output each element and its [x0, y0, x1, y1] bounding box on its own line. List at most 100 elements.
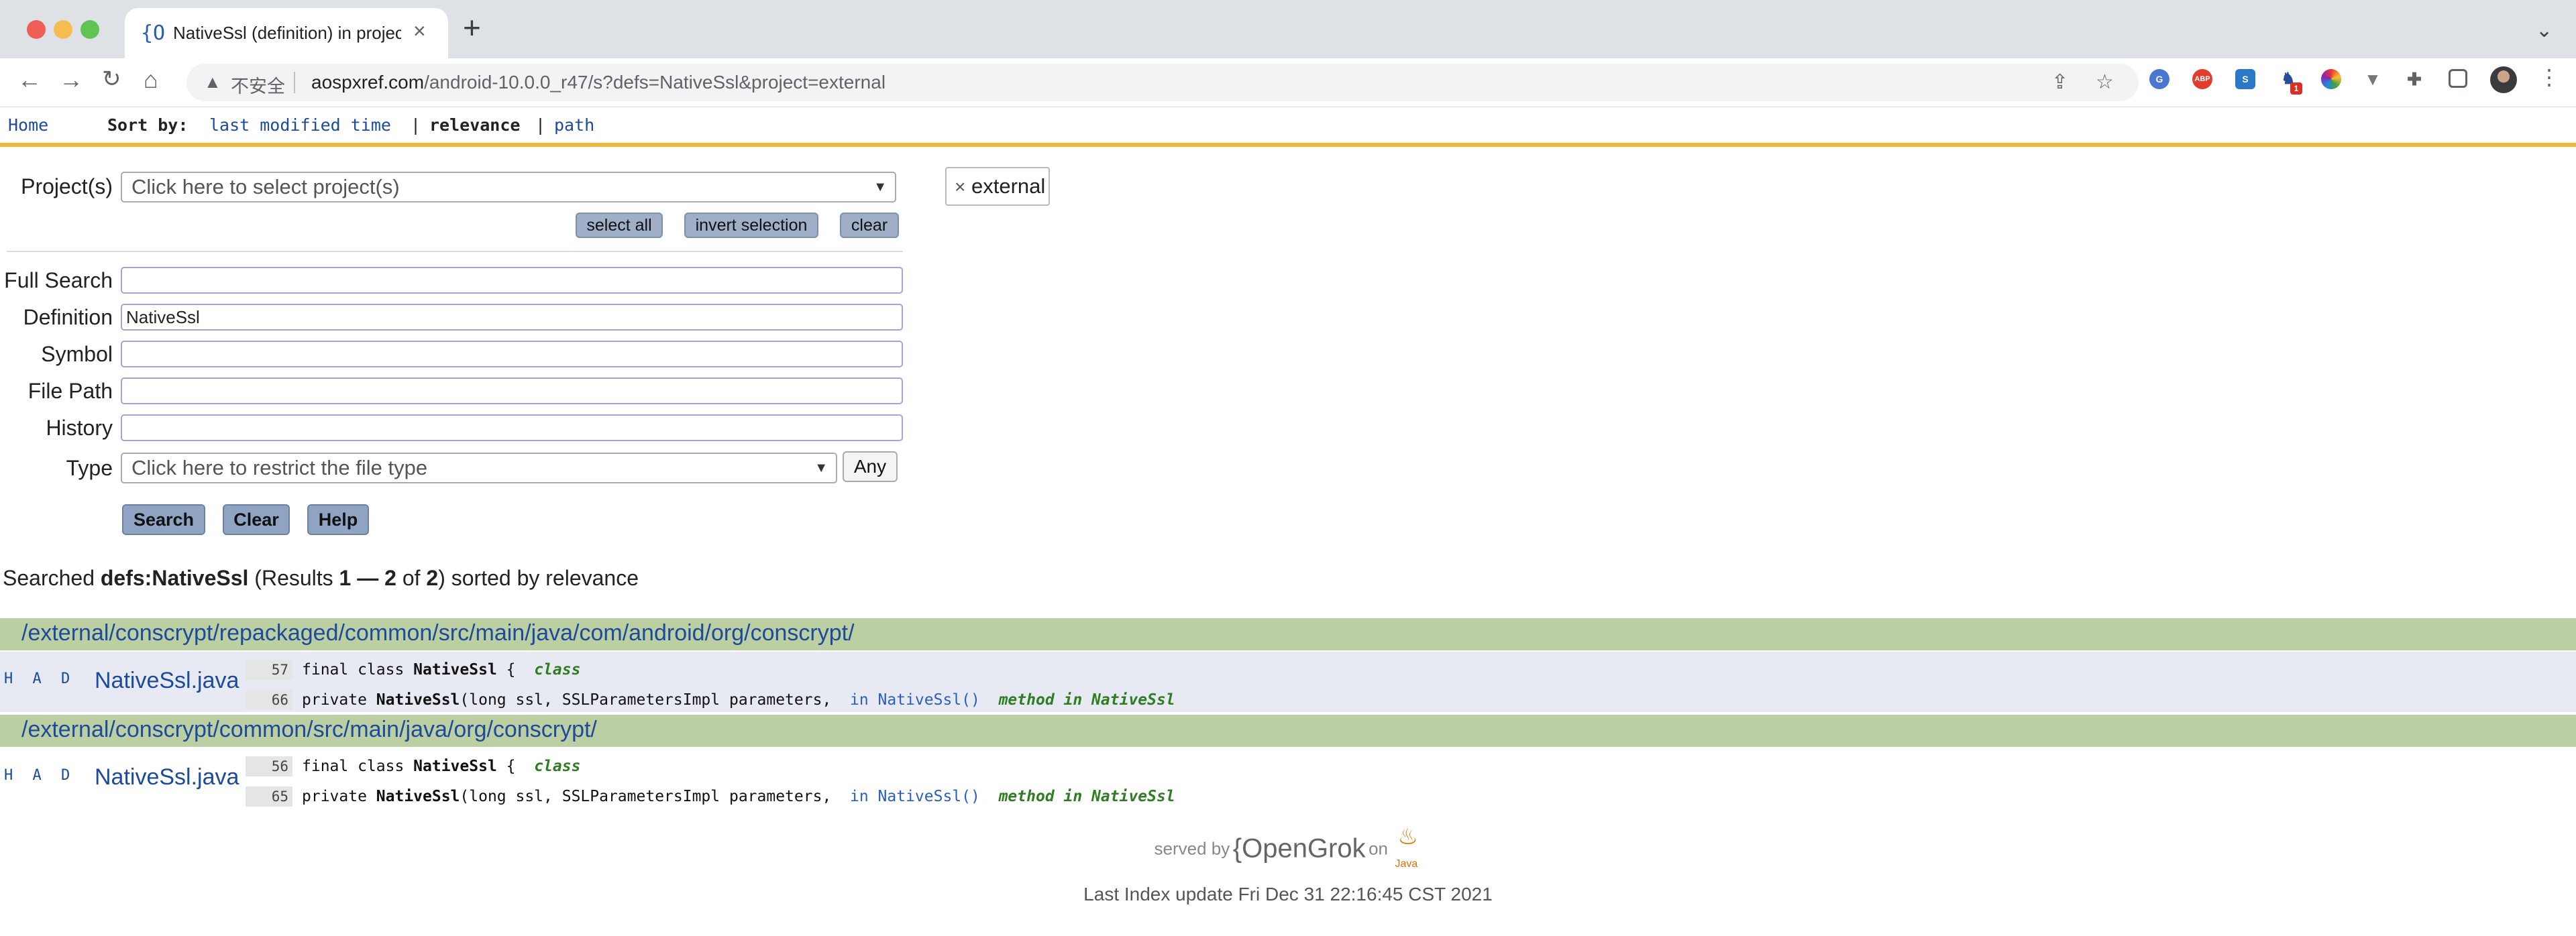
tab-search-chevron-icon[interactable]: ⌄: [2536, 19, 2553, 42]
profile-avatar[interactable]: [2490, 66, 2517, 93]
summary-suffix: sorted by relevance: [451, 566, 639, 590]
opengrok-favicon-icon: {O: [141, 21, 166, 45]
symbol-label: Symbol: [41, 342, 113, 366]
code-post: (long ssl, SSLParametersImpl parameters,: [460, 788, 832, 805]
code-scope-link[interactable]: in NativeSsl(): [850, 691, 980, 709]
browser-toolbar: ← → ↻ ⌂ ▲ 不安全 aospxref.com/android-10.0.…: [0, 58, 2576, 107]
address-bar[interactable]: ▲ 不安全 aospxref.com/android-10.0.0_r47/s?…: [186, 64, 2139, 101]
history-label: History: [46, 416, 113, 440]
clear-selection-button[interactable]: clear: [840, 213, 899, 238]
code-line[interactable]: private NativeSsl(long ssl, SSLParameter…: [302, 690, 1175, 710]
not-secure-label[interactable]: 不安全: [231, 72, 285, 98]
side-panel-icon[interactable]: [2449, 69, 2467, 88]
code-match: NativeSsl: [376, 788, 460, 805]
warning-triangle-icon[interactable]: ▲: [204, 72, 221, 93]
chip-label: external: [971, 174, 1046, 198]
any-type-button[interactable]: Any: [843, 451, 898, 482]
sort-pipe-1: |: [411, 115, 421, 135]
line-number[interactable]: 66: [246, 690, 292, 710]
code-match: NativeSsl: [376, 691, 460, 709]
served-by-text: served by: [1154, 838, 1230, 859]
code-post: (long ssl, SSLParametersImpl parameters,: [460, 691, 832, 709]
code-line[interactable]: final class NativeSsl { class: [302, 660, 580, 680]
definition-input[interactable]: NativeSsl: [121, 304, 903, 331]
sort-relevance-current: relevance: [429, 115, 521, 135]
result-dir-row: /external/conscrypt/repackaged/common/sr…: [0, 618, 2576, 650]
extensions-puzzle-icon[interactable]: ✚: [2404, 69, 2424, 89]
code-line[interactable]: final class NativeSsl { class: [302, 756, 580, 776]
url-text[interactable]: aospxref.com/android-10.0.0_r47/s?defs=N…: [311, 72, 885, 93]
result-dir-link[interactable]: /external/conscrypt/common/src/main/java…: [21, 717, 597, 743]
minimize-window-button[interactable]: [54, 20, 72, 39]
search-button[interactable]: Search: [122, 504, 205, 535]
maximize-window-button[interactable]: [80, 20, 99, 39]
summary-total: 2: [426, 566, 439, 590]
code-tag: method in NativeSsl: [998, 788, 1175, 805]
summary-dash: —: [357, 566, 379, 590]
symbol-input[interactable]: [121, 341, 903, 367]
share-icon[interactable]: ⇪: [2051, 70, 2068, 94]
extension-s-icon[interactable]: S: [2235, 69, 2255, 89]
file-path-label: File Path: [28, 379, 113, 403]
browser-tab-strip: {O NativeSsl (definition) in project × +…: [0, 0, 2576, 59]
select-all-button[interactable]: select all: [576, 213, 663, 238]
browser-menu-icon[interactable]: ⋮: [2538, 66, 2560, 88]
new-tab-icon[interactable]: +: [463, 12, 481, 43]
line-number[interactable]: 57: [246, 660, 292, 680]
code-tag: class: [534, 758, 581, 775]
code-post: {: [496, 758, 516, 775]
tab-close-icon[interactable]: ×: [413, 19, 426, 44]
extension-color-icon[interactable]: [2321, 69, 2341, 89]
back-arrow-icon[interactable]: ←: [17, 68, 42, 92]
had-links[interactable]: H A D: [4, 670, 75, 687]
extension-vue-icon[interactable]: ▼: [2363, 69, 2383, 89]
code-line[interactable]: private NativeSsl(long ssl, SSLParameter…: [302, 786, 1175, 807]
result-file-link[interactable]: NativeSsl.java: [95, 764, 239, 791]
result-dir-link[interactable]: /external/conscrypt/repackaged/common/sr…: [21, 620, 855, 646]
result-file-link[interactable]: NativeSsl.java: [95, 668, 239, 694]
summary-prefix: Searched: [3, 566, 95, 590]
served-by-logo[interactable]: served by {OpenGrok on ♨ Java: [0, 823, 2576, 877]
selected-project-chip[interactable]: × external: [945, 167, 1050, 206]
full-search-label: Full Search: [4, 268, 113, 292]
had-links[interactable]: H A D: [4, 767, 75, 784]
line-number[interactable]: 56: [246, 756, 292, 776]
project-select[interactable]: Click here to select project(s) ▼: [121, 172, 896, 202]
address-separator: [294, 72, 295, 93]
header-rule: [0, 143, 2576, 147]
summary-of: of: [402, 566, 421, 590]
type-select-placeholder: Click here to restrict the file type: [131, 456, 428, 479]
projects-label: Project(s): [21, 174, 113, 198]
code-pre: final class: [302, 661, 414, 679]
invert-selection-button[interactable]: invert selection: [684, 213, 818, 238]
chip-remove-icon[interactable]: ×: [955, 176, 965, 197]
reload-icon[interactable]: ↻: [102, 68, 121, 91]
browser-tab-active[interactable]: {O NativeSsl (definition) in project ×: [125, 8, 448, 59]
home-icon[interactable]: ⌂: [144, 68, 158, 92]
history-input[interactable]: [121, 414, 903, 441]
tab-title: NativeSsl (definition) in project: [173, 23, 401, 43]
close-window-button[interactable]: [27, 20, 46, 39]
clear-button[interactable]: Clear: [223, 504, 290, 535]
line-number[interactable]: 65: [246, 786, 292, 807]
extension-google-icon[interactable]: G: [2149, 69, 2169, 89]
result-file-row: H A D NativeSsl.java 56 final class Nati…: [0, 748, 2576, 809]
type-select[interactable]: Click here to restrict the file type ▼: [121, 453, 837, 483]
full-search-input[interactable]: [121, 267, 903, 294]
bookmark-star-icon[interactable]: ☆: [2096, 70, 2114, 94]
result-dir-row: /external/conscrypt/common/src/main/java…: [0, 715, 2576, 747]
sort-path-link[interactable]: path: [554, 115, 594, 135]
code-scope-link[interactable]: in NativeSsl(): [850, 788, 980, 805]
last-index-update: Last Index update Fri Dec 31 22:16:45 CS…: [1083, 884, 1493, 904]
summary-results-open: (Results: [254, 566, 333, 590]
code-pre: private: [302, 788, 376, 805]
forward-arrow-icon[interactable]: →: [59, 68, 83, 92]
file-path-input[interactable]: [121, 377, 903, 404]
help-button[interactable]: Help: [307, 504, 369, 535]
sort-last-modified-link[interactable]: last modified time: [209, 115, 391, 135]
sort-by-label: Sort by:: [107, 115, 189, 135]
url-path: /android-10.0.0_r47/s?defs=NativeSsl&pro…: [424, 72, 886, 93]
code-post: {: [496, 661, 516, 679]
home-link[interactable]: Home: [8, 115, 48, 135]
extension-adblock-icon[interactable]: ABP: [2192, 69, 2212, 89]
